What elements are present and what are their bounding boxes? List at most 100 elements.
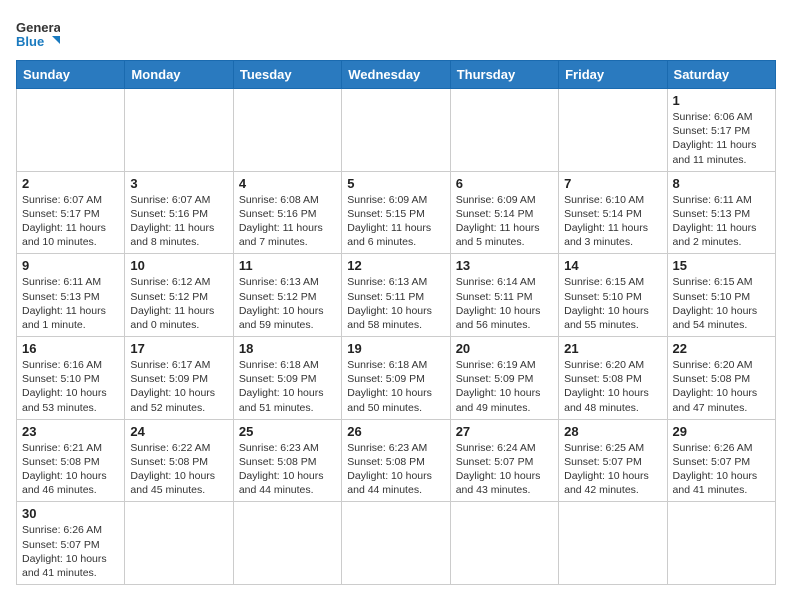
calendar-cell (233, 502, 341, 585)
calendar-cell (17, 89, 125, 172)
day-info: Sunrise: 6:07 AM Sunset: 5:16 PM Dayligh… (130, 193, 227, 250)
day-info: Sunrise: 6:09 AM Sunset: 5:14 PM Dayligh… (456, 193, 553, 250)
day-number: 8 (673, 176, 770, 191)
weekday-header-monday: Monday (125, 61, 233, 89)
calendar-cell: 20 Sunrise: 6:19 AM Sunset: 5:09 PM Dayli… (450, 337, 558, 420)
day-number: 26 (347, 424, 444, 439)
weekday-header-thursday: Thursday (450, 61, 558, 89)
day-info: Sunrise: 6:20 AM Sunset: 5:08 PM Dayligh… (673, 358, 770, 415)
day-info: Sunrise: 6:22 AM Sunset: 5:08 PM Dayligh… (130, 441, 227, 498)
day-info: Sunrise: 6:10 AM Sunset: 5:14 PM Dayligh… (564, 193, 661, 250)
day-number: 19 (347, 341, 444, 356)
day-number: 18 (239, 341, 336, 356)
day-number: 7 (564, 176, 661, 191)
day-number: 21 (564, 341, 661, 356)
calendar-cell (125, 89, 233, 172)
calendar-cell: 15 Sunrise: 6:15 AM Sunset: 5:10 PM Dayli… (667, 254, 775, 337)
day-info: Sunrise: 6:19 AM Sunset: 5:09 PM Dayligh… (456, 358, 553, 415)
page-header: General Blue (16, 16, 776, 52)
day-number: 2 (22, 176, 119, 191)
calendar-cell: 16 Sunrise: 6:16 AM Sunset: 5:10 PM Dayli… (17, 337, 125, 420)
calendar-cell (450, 502, 558, 585)
day-number: 3 (130, 176, 227, 191)
calendar-cell (342, 502, 450, 585)
calendar-cell: 13Sunrise: 6:14 AM Sunset: 5:11 PM Dayli… (450, 254, 558, 337)
calendar-cell: 17Sunrise: 6:17 AM Sunset: 5:09 PM Dayli… (125, 337, 233, 420)
calendar-cell: 11Sunrise: 6:13 AM Sunset: 5:12 PM Dayli… (233, 254, 341, 337)
weekday-header-row: SundayMondayTuesdayWednesdayThursdayFrid… (17, 61, 776, 89)
calendar-cell: 25 Sunrise: 6:23 AM Sunset: 5:08 PM Dayli… (233, 419, 341, 502)
week-row-4: 23 Sunrise: 6:21 AM Sunset: 5:08 PM Dayli… (17, 419, 776, 502)
week-row-5: 30Sunrise: 6:26 AM Sunset: 5:07 PM Dayli… (17, 502, 776, 585)
weekday-header-friday: Friday (559, 61, 667, 89)
day-number: 5 (347, 176, 444, 191)
calendar-cell: 7 Sunrise: 6:10 AM Sunset: 5:14 PM Daylig… (559, 171, 667, 254)
day-info: Sunrise: 6:24 AM Sunset: 5:07 PM Dayligh… (456, 441, 553, 498)
day-info: Sunrise: 6:21 AM Sunset: 5:08 PM Dayligh… (22, 441, 119, 498)
calendar-cell: 21Sunrise: 6:20 AM Sunset: 5:08 PM Dayli… (559, 337, 667, 420)
day-info: Sunrise: 6:07 AM Sunset: 5:17 PM Dayligh… (22, 193, 119, 250)
weekday-header-sunday: Sunday (17, 61, 125, 89)
day-number: 28 (564, 424, 661, 439)
day-info: Sunrise: 6:23 AM Sunset: 5:08 PM Dayligh… (347, 441, 444, 498)
week-row-0: 1Sunrise: 6:06 AM Sunset: 5:17 PM Daylig… (17, 89, 776, 172)
calendar-cell: 14Sunrise: 6:15 AM Sunset: 5:10 PM Dayli… (559, 254, 667, 337)
day-info: Sunrise: 6:23 AM Sunset: 5:08 PM Dayligh… (239, 441, 336, 498)
calendar-cell: 29Sunrise: 6:26 AM Sunset: 5:07 PM Dayli… (667, 419, 775, 502)
calendar-cell: 27 Sunrise: 6:24 AM Sunset: 5:07 PM Dayli… (450, 419, 558, 502)
calendar-cell (125, 502, 233, 585)
svg-text:Blue: Blue (16, 34, 44, 49)
day-info: Sunrise: 6:11 AM Sunset: 5:13 PM Dayligh… (22, 275, 119, 332)
calendar-cell: 5 Sunrise: 6:09 AM Sunset: 5:15 PM Daylig… (342, 171, 450, 254)
day-number: 14 (564, 258, 661, 273)
day-info: Sunrise: 6:26 AM Sunset: 5:07 PM Dayligh… (22, 523, 119, 580)
calendar-cell: 26 Sunrise: 6:23 AM Sunset: 5:08 PM Dayli… (342, 419, 450, 502)
day-info: Sunrise: 6:08 AM Sunset: 5:16 PM Dayligh… (239, 193, 336, 250)
week-row-1: 2 Sunrise: 6:07 AM Sunset: 5:17 PM Daylig… (17, 171, 776, 254)
day-number: 13 (456, 258, 553, 273)
day-number: 20 (456, 341, 553, 356)
calendar-cell: 24Sunrise: 6:22 AM Sunset: 5:08 PM Dayli… (125, 419, 233, 502)
calendar-cell: 2 Sunrise: 6:07 AM Sunset: 5:17 PM Daylig… (17, 171, 125, 254)
day-info: Sunrise: 6:11 AM Sunset: 5:13 PM Dayligh… (673, 193, 770, 250)
day-info: Sunrise: 6:13 AM Sunset: 5:11 PM Dayligh… (347, 275, 444, 332)
day-number: 23 (22, 424, 119, 439)
weekday-header-tuesday: Tuesday (233, 61, 341, 89)
day-number: 11 (239, 258, 336, 273)
calendar-cell (450, 89, 558, 172)
calendar-cell: 6Sunrise: 6:09 AM Sunset: 5:14 PM Daylig… (450, 171, 558, 254)
logo-icon: General Blue (16, 16, 60, 52)
day-info: Sunrise: 6:18 AM Sunset: 5:09 PM Dayligh… (347, 358, 444, 415)
calendar-cell (559, 89, 667, 172)
calendar-cell (342, 89, 450, 172)
calendar-cell: 1Sunrise: 6:06 AM Sunset: 5:17 PM Daylig… (667, 89, 775, 172)
calendar-cell: 30Sunrise: 6:26 AM Sunset: 5:07 PM Dayli… (17, 502, 125, 585)
day-info: Sunrise: 6:06 AM Sunset: 5:17 PM Dayligh… (673, 110, 770, 167)
day-number: 16 (22, 341, 119, 356)
day-number: 4 (239, 176, 336, 191)
calendar-cell: 23 Sunrise: 6:21 AM Sunset: 5:08 PM Dayli… (17, 419, 125, 502)
day-info: Sunrise: 6:15 AM Sunset: 5:10 PM Dayligh… (673, 275, 770, 332)
calendar-cell: 4 Sunrise: 6:08 AM Sunset: 5:16 PM Daylig… (233, 171, 341, 254)
day-number: 10 (130, 258, 227, 273)
day-number: 25 (239, 424, 336, 439)
day-info: Sunrise: 6:16 AM Sunset: 5:10 PM Dayligh… (22, 358, 119, 415)
calendar-cell: 12 Sunrise: 6:13 AM Sunset: 5:11 PM Dayli… (342, 254, 450, 337)
day-number: 12 (347, 258, 444, 273)
day-number: 9 (22, 258, 119, 273)
day-info: Sunrise: 6:18 AM Sunset: 5:09 PM Dayligh… (239, 358, 336, 415)
week-row-3: 16 Sunrise: 6:16 AM Sunset: 5:10 PM Dayli… (17, 337, 776, 420)
day-info: Sunrise: 6:09 AM Sunset: 5:15 PM Dayligh… (347, 193, 444, 250)
day-number: 27 (456, 424, 553, 439)
calendar-cell: 3 Sunrise: 6:07 AM Sunset: 5:16 PM Daylig… (125, 171, 233, 254)
calendar-cell: 9 Sunrise: 6:11 AM Sunset: 5:13 PM Daylig… (17, 254, 125, 337)
week-row-2: 9 Sunrise: 6:11 AM Sunset: 5:13 PM Daylig… (17, 254, 776, 337)
logo: General Blue (16, 16, 60, 52)
day-number: 17 (130, 341, 227, 356)
calendar-cell (667, 502, 775, 585)
day-number: 15 (673, 258, 770, 273)
calendar-cell: 28Sunrise: 6:25 AM Sunset: 5:07 PM Dayli… (559, 419, 667, 502)
calendar-cell (233, 89, 341, 172)
calendar-cell (559, 502, 667, 585)
weekday-header-saturday: Saturday (667, 61, 775, 89)
